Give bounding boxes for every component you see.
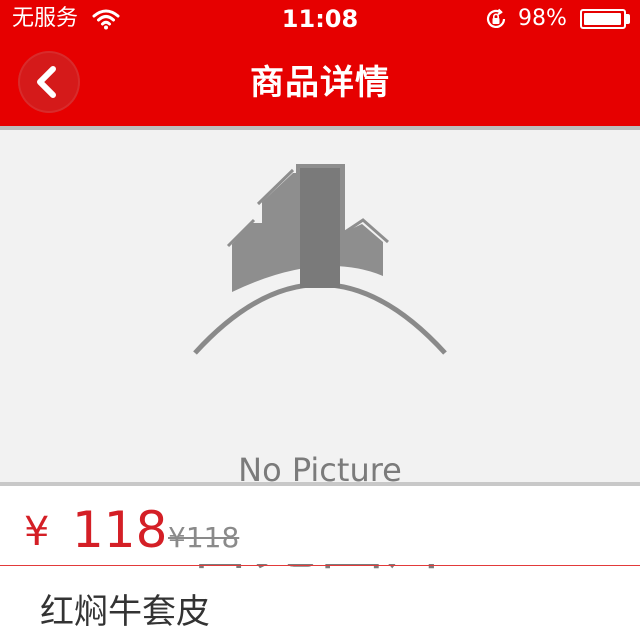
battery-icon [580, 9, 626, 29]
nav-bar: 商品详情 [0, 40, 640, 126]
product-image-placeholder: No Picture 暂无图片 [0, 130, 640, 579]
price-row: ¥ 118 ¥118 [0, 486, 640, 564]
rotation-lock-icon [484, 7, 508, 31]
price-divider [0, 565, 640, 566]
battery-percent: 98% [518, 6, 567, 31]
product-name: 红焖牛套皮 [40, 592, 210, 632]
page-title: 商品详情 [250, 63, 390, 103]
city-buildings-icon [193, 164, 447, 355]
current-price: 118 [72, 501, 168, 559]
battery-level-fill [584, 13, 622, 25]
currency-symbol: ¥ [24, 509, 50, 555]
status-bar: 无服务 11:08 98% [0, 0, 640, 40]
battery-tip [626, 14, 630, 24]
original-price: ¥118 [168, 521, 240, 554]
